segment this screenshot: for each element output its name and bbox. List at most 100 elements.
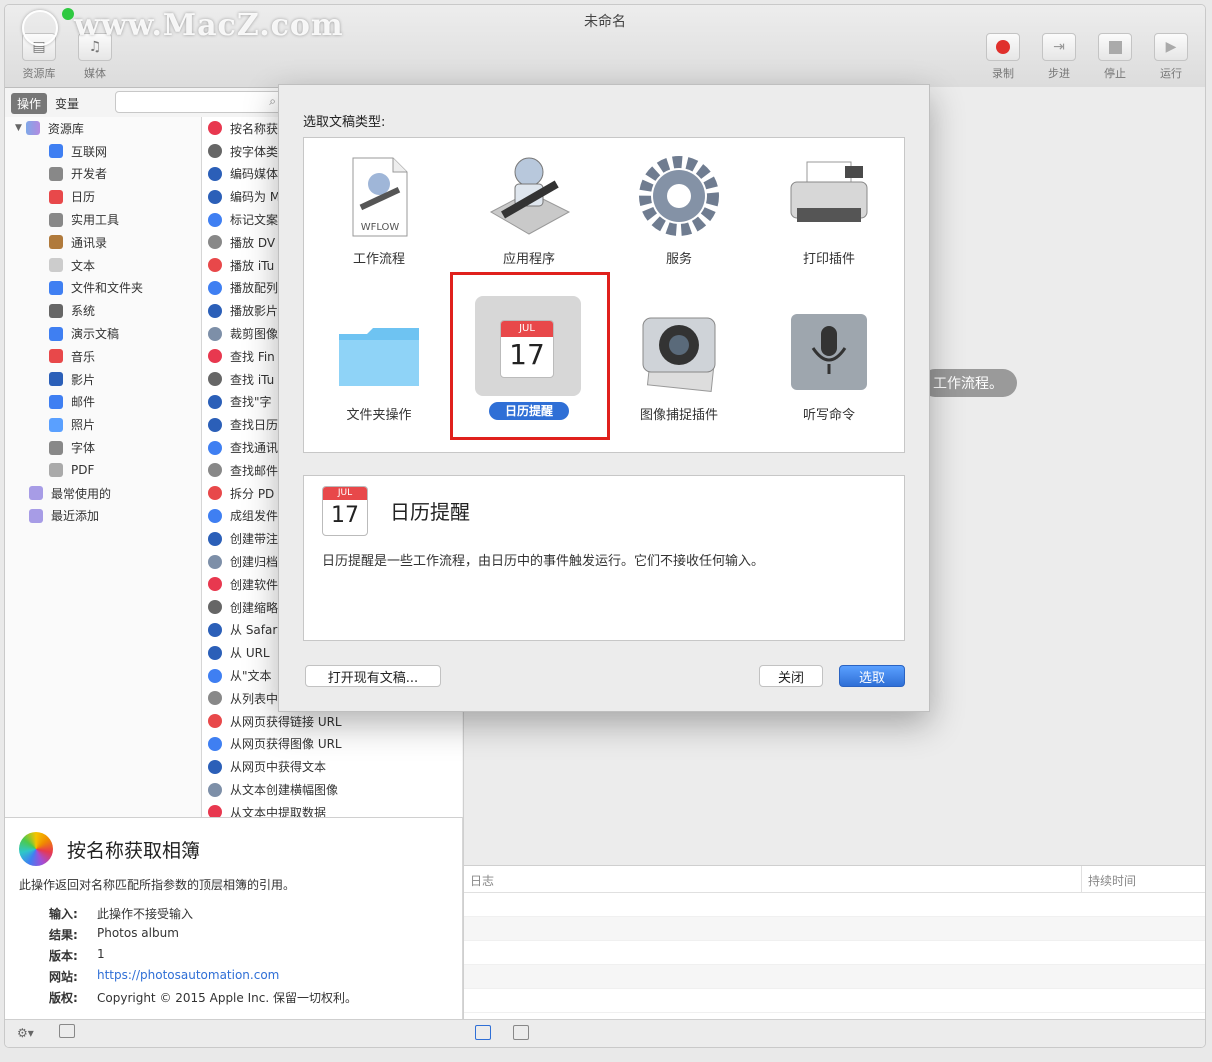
library-item[interactable]: 日历 [5, 185, 201, 208]
type-service[interactable]: 服务 [604, 138, 754, 288]
action-summary: 此操作返回对名称匹配所指参数的顶层相簿的引用。 [19, 878, 296, 892]
microphone-icon [791, 314, 867, 390]
library-item[interactable]: 音乐 [5, 345, 201, 368]
search-input[interactable]: ⌕ [115, 91, 287, 113]
log-panel: 日志 持续时间 [463, 865, 1205, 1020]
library-item[interactable]: 文件和文件夹 [5, 277, 201, 300]
bottom-bar: ⚙▾ [5, 1019, 1205, 1047]
library-item[interactable]: 演示文稿 [5, 322, 201, 345]
camera-icon [642, 317, 716, 393]
action-description: 按名称获取相簿 此操作返回对名称匹配所指参数的顶层相簿的引用。 输入: 此操作不接… [5, 817, 463, 1020]
category-icon [49, 258, 63, 273]
step-button[interactable]: ⇥ 步进 [1037, 33, 1081, 81]
library-list: ▼ 资源库 互联网 开发者 日历 实用工具 通讯录 文本 文件和文件夹 系统 演示文稿 音乐 影片邮… [5, 117, 202, 817]
category-icon [49, 212, 63, 227]
tab-actions[interactable]: 操作 [11, 93, 48, 114]
library-item[interactable]: 邮件 [5, 391, 201, 414]
library-item[interactable]: 影片 [5, 368, 201, 391]
library-item[interactable]: PDF [5, 459, 201, 482]
run-icon: ▶ [1154, 33, 1188, 61]
choose-button[interactable]: 选取 [839, 665, 905, 687]
library-item[interactable]: 开发者 [5, 163, 201, 186]
action-icon [208, 645, 222, 660]
photos-icon [19, 832, 53, 866]
smart-folder-icon [29, 486, 43, 501]
library-group-frequent[interactable]: 最常使用的 [5, 482, 201, 505]
category-icon [49, 280, 63, 295]
library-item[interactable]: 照片 [5, 413, 201, 436]
type-workflow[interactable]: WFLOW 工作流程 [304, 138, 454, 288]
action-icon [208, 805, 222, 817]
action-icon [208, 508, 222, 523]
action-icon [208, 349, 222, 364]
library-item[interactable]: 实用工具 [5, 208, 201, 231]
type-application[interactable]: 应用程序 [454, 138, 604, 288]
document-type-grid: WFLOW 工作流程 应用程序 服务 打印插件 文件夹操作 JUL 17 日历提… [303, 137, 905, 453]
library-item[interactable]: 字体 [5, 436, 201, 459]
action-icon [208, 121, 222, 136]
category-icon [49, 349, 63, 364]
action-icon [208, 417, 222, 432]
category-icon [49, 440, 63, 455]
category-icon [49, 394, 63, 409]
action-icon [208, 189, 222, 204]
open-existing-button[interactable]: 打开现有文稿... [305, 665, 441, 687]
action-icon [208, 736, 222, 751]
library-item[interactable]: 文本 [5, 254, 201, 277]
flow-view-icon[interactable] [513, 1025, 529, 1040]
field-version: 版本: 1 [49, 947, 105, 963]
library-item[interactable]: 互联网 [5, 140, 201, 163]
stop-button[interactable]: 停止 [1093, 33, 1137, 81]
action-icon [208, 554, 222, 569]
type-print-plugin[interactable]: 打印插件 [754, 138, 904, 288]
action-icon [208, 326, 222, 341]
category-icon [49, 417, 63, 432]
action-item[interactable]: 从文本创建横幅图像 [202, 778, 462, 801]
action-icon [208, 440, 222, 455]
actions-variables-toggle: 操作 变量 [11, 93, 79, 114]
toggle-description-icon[interactable] [59, 1024, 75, 1038]
svg-text:WFLOW: WFLOW [361, 222, 400, 233]
action-icon [208, 782, 222, 797]
run-button[interactable]: ▶ 运行 [1149, 33, 1193, 81]
library-folder-icon [25, 121, 40, 136]
category-icon [49, 326, 63, 341]
website-link[interactable]: https://photosautomation.com [97, 968, 279, 985]
record-button[interactable]: 录制 [981, 33, 1025, 81]
action-icon [208, 372, 222, 387]
action-icon [208, 303, 222, 318]
field-result: 结果: Photos album [49, 926, 179, 942]
step-icon: ⇥ [1042, 33, 1076, 61]
tab-variables[interactable]: 变量 [55, 95, 79, 112]
action-icon [208, 463, 222, 478]
gear-menu-icon[interactable]: ⚙▾ [17, 1026, 34, 1040]
action-item[interactable]: 从文本中提取数据 [202, 801, 462, 817]
category-icon [49, 463, 63, 478]
type-folder-action[interactable]: 文件夹操作 [304, 294, 454, 444]
library-item[interactable]: 通讯录 [5, 231, 201, 254]
document-type-detail: JUL 17 日历提醒 日历提醒是一些工作流程，由日历中的事件触发运行。它们不接… [303, 475, 905, 641]
category-icon [49, 189, 63, 204]
action-icon [208, 280, 222, 295]
action-icon [208, 691, 222, 706]
folder-icon [339, 328, 419, 386]
type-image-capture-plugin[interactable]: 图像捕捉插件 [604, 294, 754, 444]
close-button[interactable]: 关闭 [759, 665, 823, 687]
action-item[interactable]: 从网页获得链接 URL [202, 710, 462, 733]
library-root[interactable]: ▼ 资源库 [5, 117, 201, 140]
action-icon [208, 235, 222, 250]
type-dictation-command[interactable]: 听写命令 [754, 294, 904, 444]
action-icon [208, 144, 222, 159]
action-item[interactable]: 从网页中获得文本 [202, 755, 462, 778]
category-icon [49, 372, 63, 387]
action-icon [208, 486, 222, 501]
library-item[interactable]: 系统 [5, 299, 201, 322]
action-icon [208, 759, 222, 774]
action-icon [208, 258, 222, 273]
list-view-icon[interactable] [475, 1025, 491, 1040]
action-item[interactable]: 从网页获得图像 URL [202, 733, 462, 756]
duration-column-header: 持续时间 [1081, 866, 1205, 892]
gear-icon [639, 156, 719, 236]
window-zoom-button[interactable] [62, 8, 74, 20]
library-group-recent[interactable]: 最近添加 [5, 505, 201, 528]
